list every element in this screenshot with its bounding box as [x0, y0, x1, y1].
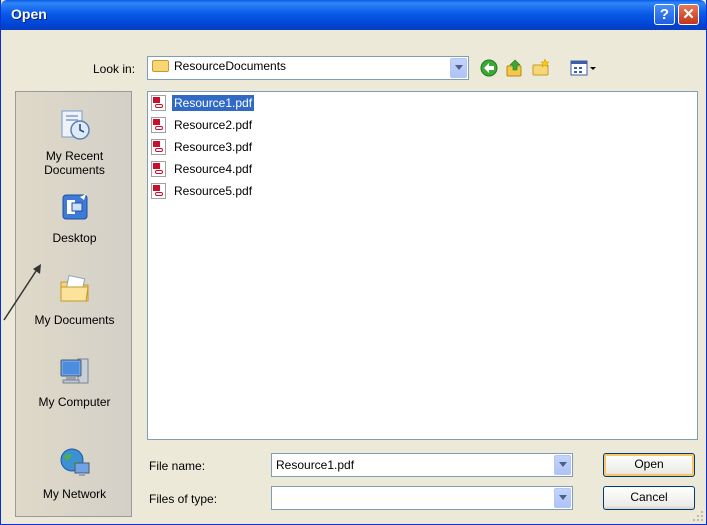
window-title: Open [11, 6, 47, 22]
place-recent-documents[interactable]: My Recent Documents [16, 108, 133, 177]
lookin-combo[interactable]: ResourceDocuments [147, 56, 469, 80]
my-network-icon [60, 448, 89, 476]
pdf-file-icon [151, 117, 166, 133]
place-my-computer[interactable]: My Computer [16, 354, 133, 409]
file-name: Resource2.pdf [174, 118, 253, 132]
resize-grip-icon[interactable] [692, 510, 704, 522]
chevron-down-icon[interactable] [554, 455, 571, 475]
help-button[interactable]: ? [654, 4, 675, 25]
chevron-down-icon[interactable] [554, 488, 571, 508]
place-label-recent-line1: My Recent [45, 149, 104, 163]
filetype-label: Files of type: [149, 492, 218, 506]
my-computer-icon [60, 358, 88, 384]
place-label-recent-line2: Documents [44, 163, 105, 177]
my-documents-icon [60, 274, 89, 302]
place-label-desktop: Desktop [52, 231, 97, 245]
open-button[interactable]: Open [603, 453, 695, 477]
open-dialog: Open ? ✕ Look in: ResourceDocuments My R… [0, 0, 707, 525]
pointer-arrow-icon [3, 264, 41, 321]
new-folder-icon[interactable] [531, 58, 551, 78]
place-label-my-computer: My Computer [38, 395, 111, 409]
file-name: Resource5.pdf [174, 184, 253, 198]
filename-value: Resource1.pdf [276, 458, 355, 472]
place-my-network[interactable]: My Network [16, 446, 133, 501]
cancel-button[interactable]: Cancel [603, 486, 695, 510]
file-name: Resource1.pdf [172, 95, 255, 111]
file-name: Resource3.pdf [174, 140, 253, 154]
chevron-down-icon[interactable] [450, 58, 467, 78]
filename-input[interactable]: Resource1.pdf [271, 453, 573, 477]
back-icon[interactable] [479, 58, 499, 78]
place-label-my-network: My Network [42, 487, 107, 501]
title-bar[interactable]: Open ? ✕ [1, 0, 706, 30]
desktop-icon [62, 194, 87, 220]
pdf-file-icon [151, 183, 166, 199]
pdf-file-icon [151, 139, 166, 155]
recent-documents-icon [61, 110, 90, 140]
place-desktop[interactable]: Desktop [16, 190, 133, 245]
filename-label: File name: [149, 459, 206, 473]
filetype-select[interactable] [271, 486, 573, 510]
lookin-label: Look in: [93, 62, 136, 76]
lookin-value: ResourceDocuments [174, 59, 287, 73]
views-menu-icon[interactable] [569, 58, 599, 78]
file-list[interactable]: Resource1.pdf Resource2.pdf Resource3.pd… [147, 91, 698, 440]
close-button[interactable]: ✕ [678, 4, 699, 25]
pdf-file-icon [151, 161, 166, 177]
folder-icon [152, 60, 169, 72]
up-folder-icon[interactable] [505, 58, 525, 78]
file-name: Resource4.pdf [174, 162, 253, 176]
pdf-file-icon [151, 95, 166, 111]
